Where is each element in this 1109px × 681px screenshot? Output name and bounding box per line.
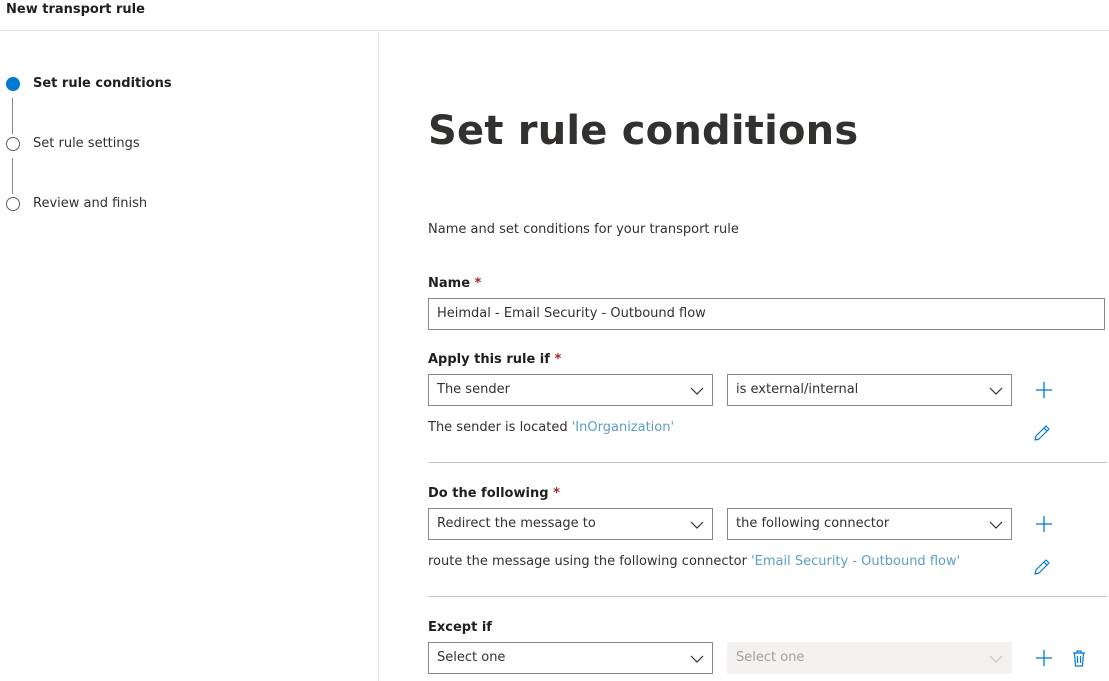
apply-if-summary: The sender is located 'InOrganization' [428,420,674,435]
panel-title: New transport rule [6,2,145,17]
add-icon[interactable] [1034,648,1054,668]
chevron-down-icon [690,655,704,663]
name-label: Name * [428,276,481,291]
summary-text: The sender is located [428,420,568,435]
panel-header: New transport rule [0,0,1109,31]
chevron-down-icon [690,521,704,529]
add-icon[interactable] [1034,380,1054,400]
dropdown-value: Select one [437,650,506,665]
except-if-label-text: Except if [428,620,492,635]
required-mark: * [474,276,482,291]
do-following-summary: route the message using the following co… [428,554,960,569]
do-following-label-text: Do the following [428,486,549,501]
name-label-text: Name [428,276,471,291]
summary-link[interactable]: 'Email Security - Outbound flow' [751,554,960,569]
edit-icon[interactable] [1032,557,1052,577]
required-mark: * [553,486,560,501]
chevron-down-icon [989,655,1003,663]
dropdown-value: the following connector [736,516,890,531]
chevron-down-icon [989,521,1003,529]
dropdown-value: is external/internal [736,382,859,397]
step-indicator [6,137,20,151]
add-icon[interactable] [1034,514,1054,534]
summary-link[interactable]: 'InOrganization' [572,420,674,435]
summary-text: route the message using the following co… [428,554,747,569]
dropdown-placeholder: Select one [736,650,805,665]
wizard-stepper: Set rule conditions Set rule settings Re… [0,32,379,681]
step-set-rule-conditions[interactable]: Set rule conditions [33,76,172,91]
chevron-down-icon [690,387,704,395]
action-target-dropdown[interactable]: the following connector [727,508,1012,540]
exception-dropdown[interactable]: Select one [428,642,713,674]
page-description: Name and set conditions for your transpo… [428,222,739,237]
apply-if-label-text: Apply this rule if [428,352,550,367]
name-input[interactable]: Heimdal - Email Security - Outbound flow [428,298,1105,330]
dropdown-value: The sender [437,382,510,397]
step-indicator-active [6,77,20,91]
exception-value-dropdown: Select one [727,642,1012,674]
step-connector [12,98,13,134]
step-set-rule-settings[interactable]: Set rule settings [33,136,140,151]
step-connector [12,158,13,194]
dropdown-value: Redirect the message to [437,516,596,531]
delete-icon[interactable] [1069,648,1089,668]
apply-if-condition-dropdown[interactable]: The sender [428,374,713,406]
step-review-and-finish[interactable]: Review and finish [33,196,147,211]
required-mark: * [554,352,562,367]
action-dropdown[interactable]: Redirect the message to [428,508,713,540]
step-indicator [6,197,20,211]
chevron-down-icon [989,387,1003,395]
section-divider [428,462,1107,463]
except-if-label: Except if [428,620,492,635]
do-following-label: Do the following * [428,486,560,501]
apply-if-label: Apply this rule if * [428,352,561,367]
apply-if-value-dropdown[interactable]: is external/internal [727,374,1012,406]
page-title: Set rule conditions [428,108,859,154]
edit-icon[interactable] [1032,423,1052,443]
section-divider [428,596,1107,597]
